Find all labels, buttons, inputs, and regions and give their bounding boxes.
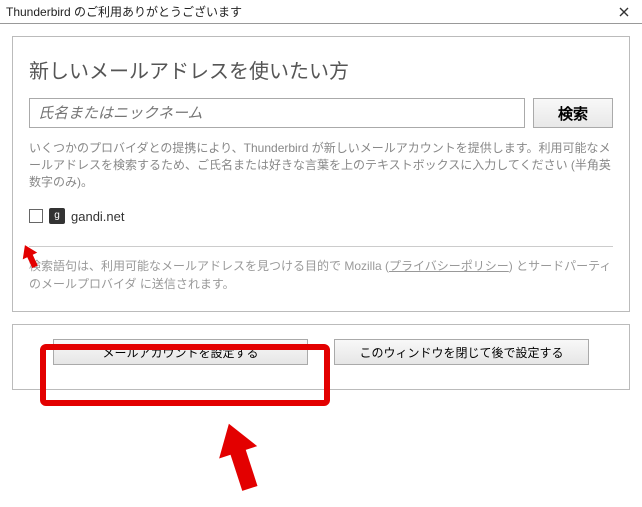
description-text: いくつかのプロバイダとの提携により、Thunderbird が新しいメールアカウ… xyxy=(29,140,613,190)
close-button[interactable] xyxy=(608,1,640,23)
provider-label: gandi.net xyxy=(71,209,125,224)
gandi-icon: g xyxy=(49,208,65,224)
divider xyxy=(29,246,613,247)
dialog-content: 新しいメールアドレスを使いたい方 検索 いくつかのプロバイダとの提携により、Th… xyxy=(0,24,642,507)
privacy-note: 検索語句は、利用可能なメールアドレスを見つける目的で Mozilla (プライバ… xyxy=(29,257,613,293)
provider-row: g gandi.net xyxy=(29,208,613,224)
close-icon xyxy=(619,7,629,17)
configure-account-button[interactable]: メールアカウントを設定する xyxy=(53,339,308,365)
search-row: 検索 xyxy=(29,98,613,128)
window-title: Thunderbird のご利用ありがとうございます xyxy=(6,3,608,20)
name-input[interactable] xyxy=(29,98,525,128)
search-button[interactable]: 検索 xyxy=(533,98,613,128)
main-panel: 新しいメールアドレスを使いたい方 検索 いくつかのプロバイダとの提携により、Th… xyxy=(12,36,630,312)
provider-checkbox[interactable] xyxy=(29,209,43,223)
close-later-button[interactable]: このウィンドウを閉じて後で設定する xyxy=(334,339,589,365)
annotation-arrow-icon xyxy=(210,418,270,498)
privacy-link[interactable]: プライバシーポリシー xyxy=(389,259,509,273)
buttons-panel: メールアカウントを設定する このウィンドウを閉じて後で設定する xyxy=(12,324,630,390)
heading: 新しいメールアドレスを使いたい方 xyxy=(29,55,613,84)
note-pre: 検索語句は、利用可能なメールアドレスを見つける目的で Mozilla ( xyxy=(29,259,389,273)
titlebar: Thunderbird のご利用ありがとうございます xyxy=(0,0,642,24)
